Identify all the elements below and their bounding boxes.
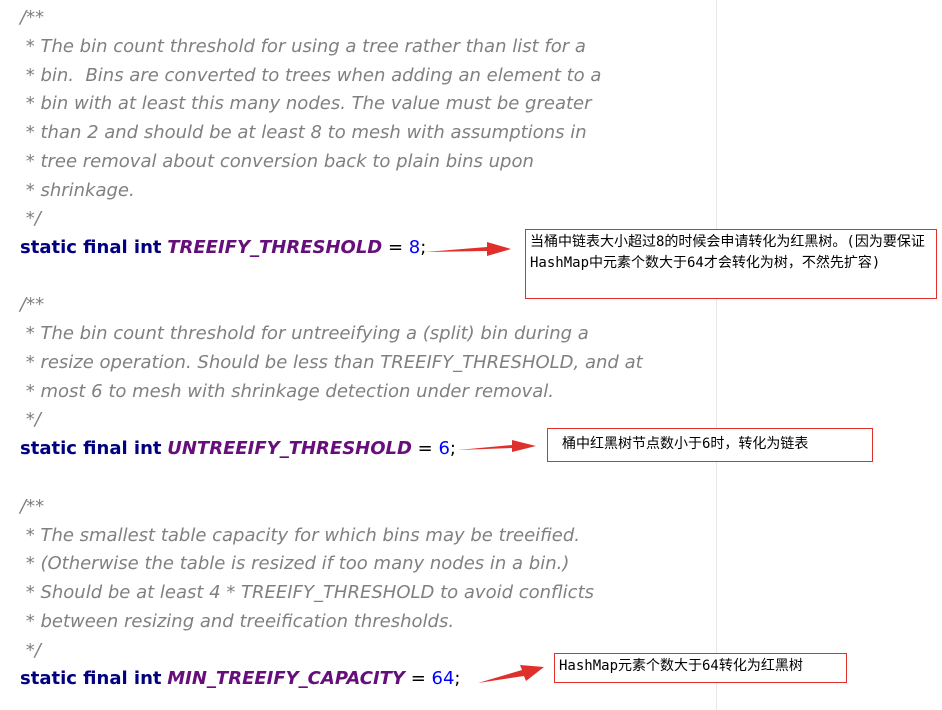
- comment-line: * bin. Bins are converted to trees when …: [20, 65, 602, 86]
- comment-line: /**: [20, 294, 45, 315]
- code-editor[interactable]: /** * The bin count threshold for using …: [0, 0, 942, 710]
- code-line-min-treeify-capacity: static final int MIN_TREEIFY_CAPACITY = …: [20, 668, 460, 690]
- constant-name: TREEIFY_THRESHOLD: [167, 237, 383, 258]
- comment-line: * tree removal about conversion back to …: [20, 151, 534, 172]
- semicolon: ;: [449, 438, 456, 459]
- number-literal: 6: [438, 438, 450, 459]
- annotation-note: HashMap元素个数大于64转化为红黑树: [554, 653, 847, 683]
- comment-line: * resize operation. Should be less than …: [20, 352, 643, 373]
- comment-line: * (Otherwise the table is resized if too…: [20, 553, 570, 574]
- number-literal: 64: [431, 668, 455, 689]
- comment-line: * The bin count threshold for untreeifyi…: [20, 323, 589, 344]
- number-literal: 8: [408, 237, 421, 258]
- arrow-icon: [425, 242, 511, 256]
- comment-line: /**: [20, 7, 45, 28]
- keyword-modifiers: static final int: [20, 668, 162, 689]
- comment-line: * Should be at least 4 * TREEIFY_THRESHO…: [20, 582, 595, 603]
- comment-line: */: [20, 409, 41, 430]
- comment-line: */: [20, 640, 41, 661]
- keyword-modifiers: static final int: [20, 237, 162, 258]
- right-margin-guide: [716, 0, 717, 710]
- comment-line: * than 2 and should be at least 8 to mes…: [20, 122, 587, 143]
- constant-name: UNTREEIFY_THRESHOLD: [167, 438, 412, 459]
- constant-name: MIN_TREEIFY_CAPACITY: [167, 668, 405, 689]
- comment-line: * most 6 to mesh with shrinkage detectio…: [20, 381, 555, 402]
- arrow-icon: [478, 665, 544, 683]
- annotation-note: 当桶中链表大小超过8的时候会申请转化为红黑树。(因为要保证HashMap中元素个…: [525, 229, 937, 299]
- keyword-modifiers: static final int: [20, 438, 162, 459]
- assignment-operator: =: [382, 237, 409, 258]
- code-line-treeify-threshold: static final int TREEIFY_THRESHOLD = 8;: [20, 237, 426, 259]
- arrow-icon: [458, 440, 536, 452]
- code-line-untreeify-threshold: static final int UNTREEIFY_THRESHOLD = 6…: [20, 438, 456, 460]
- assignment-operator: =: [411, 438, 439, 459]
- comment-line: * shrinkage.: [20, 180, 135, 201]
- comment-line: /**: [20, 496, 45, 517]
- comment-line: * The bin count threshold for using a tr…: [20, 36, 586, 57]
- comment-line: * The smallest table capacity for which …: [20, 525, 581, 546]
- comment-line: */: [20, 208, 41, 229]
- assignment-operator: =: [404, 668, 432, 689]
- annotation-note: 桶中红黑树节点数小于6时，转化为链表: [547, 428, 873, 462]
- comment-line: * between resizing and treeification thr…: [20, 611, 455, 632]
- comment-line: * bin with at least this many nodes. The…: [20, 93, 592, 114]
- semicolon: ;: [454, 668, 461, 689]
